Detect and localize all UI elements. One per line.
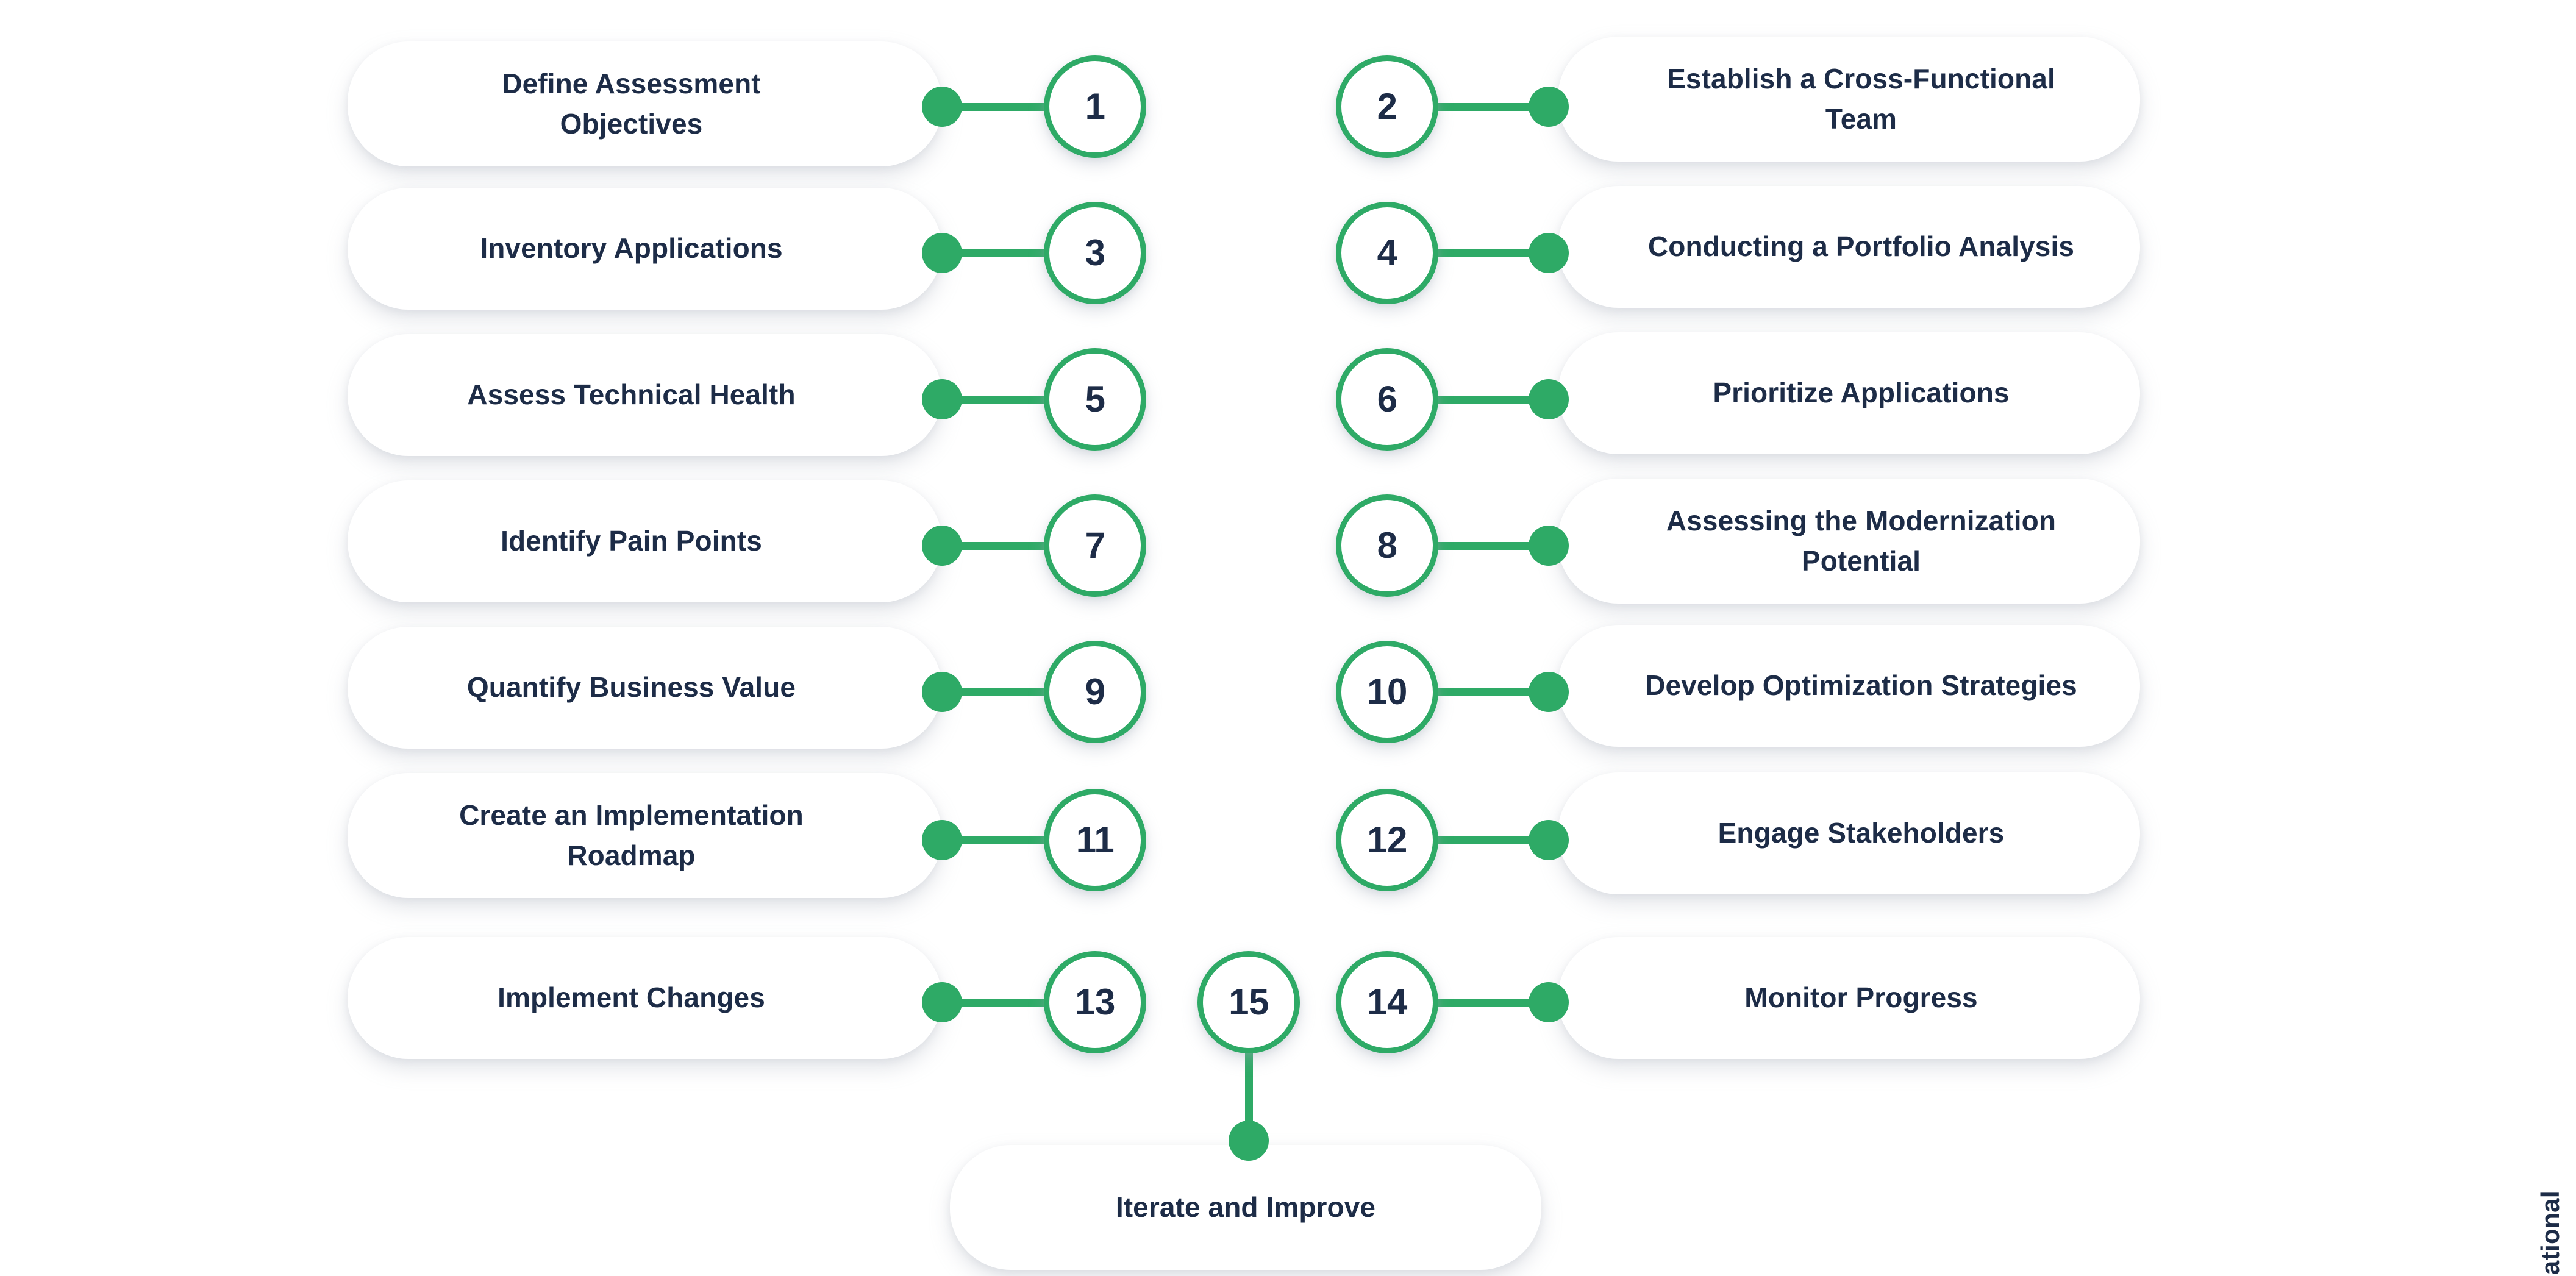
connector-dot-10 (1529, 672, 1569, 712)
step-card-label: Conducting a Portfolio Analysis (1647, 230, 2075, 263)
step-card-label: Develop Optimization Strategies (1645, 669, 2077, 702)
step-number-label: 2 (1377, 86, 1397, 127)
step-card-15[interactable]: Iterate and Improve (950, 1145, 1541, 1270)
step-number-label: 13 (1075, 982, 1115, 1022)
step-card-10[interactable]: Develop Optimization Strategies (1558, 625, 2140, 747)
step-number-12[interactable]: 12 (1336, 789, 1438, 891)
step-number-label: 4 (1377, 232, 1397, 273)
connector-dot-2 (1529, 87, 1569, 127)
step-number-label: 8 (1377, 525, 1397, 566)
step-card-label: Define Assessment Objectives (502, 68, 761, 140)
connector-dot-4 (1529, 233, 1569, 273)
step-number-label: 12 (1367, 819, 1407, 860)
step-card-label: Assessing the Modernization Potential (1666, 505, 2057, 577)
copyright-credit: © MEGA International (2536, 1191, 2565, 1276)
step-card-7[interactable]: Identify Pain Points (348, 480, 942, 602)
step-number-label: 14 (1367, 982, 1407, 1022)
step-number-4[interactable]: 4 (1336, 202, 1438, 304)
step-number-9[interactable]: 9 (1044, 641, 1146, 743)
step-card-label: Assess Technical Health (467, 379, 796, 411)
step-card-2[interactable]: Establish a Cross-Functional Team (1558, 37, 2140, 162)
connector-dot-7 (922, 526, 962, 566)
step-number-1[interactable]: 1 (1044, 55, 1146, 158)
connector-dot-8 (1529, 526, 1569, 566)
step-card-5[interactable]: Assess Technical Health (348, 334, 942, 456)
step-card-label: Inventory Applications (480, 232, 783, 265)
connector-dot-1 (922, 87, 962, 127)
step-number-label: 9 (1085, 671, 1105, 712)
step-number-label: 3 (1085, 232, 1105, 273)
step-number-label: 11 (1076, 819, 1115, 860)
step-card-4[interactable]: Conducting a Portfolio Analysis (1558, 186, 2140, 308)
step-card-14[interactable]: Monitor Progress (1558, 937, 2140, 1059)
step-number-2[interactable]: 2 (1336, 55, 1438, 158)
step-number-label: 5 (1085, 379, 1105, 419)
step-number-7[interactable]: 7 (1044, 494, 1146, 597)
step-number-10[interactable]: 10 (1336, 641, 1438, 743)
step-number-14[interactable]: 14 (1336, 951, 1438, 1053)
step-card-11[interactable]: Create an Implementation Roadmap (348, 773, 942, 898)
step-card-label: Identify Pain Points (501, 525, 762, 557)
step-card-label: Engage Stakeholders (1718, 817, 2005, 849)
step-card-1[interactable]: Define Assessment Objectives (348, 41, 942, 166)
step-card-label: Quantify Business Value (466, 671, 796, 704)
step-number-15[interactable]: 15 (1197, 951, 1300, 1053)
step-card-label: Iterate and Improve (1115, 1191, 1376, 1223)
step-card-label: Implement Changes (498, 982, 765, 1014)
diagram-canvas: Define Assessment Objectives 1 2 Establi… (0, 0, 2576, 1276)
step-number-label: 10 (1367, 671, 1407, 712)
step-number-11[interactable]: 11 (1044, 789, 1146, 891)
connector-dot-6 (1529, 379, 1569, 419)
step-card-label: Create an Implementation Roadmap (459, 799, 804, 871)
step-number-label: 15 (1229, 982, 1269, 1022)
connector-dot-12 (1529, 820, 1569, 860)
step-number-label: 1 (1085, 86, 1105, 127)
step-number-8[interactable]: 8 (1336, 494, 1438, 597)
connector-dot-11 (922, 820, 962, 860)
step-card-8[interactable]: Assessing the Modernization Potential (1558, 479, 2140, 604)
step-card-12[interactable]: Engage Stakeholders (1558, 772, 2140, 894)
step-number-6[interactable]: 6 (1336, 348, 1438, 451)
step-card-6[interactable]: Prioritize Applications (1558, 332, 2140, 454)
step-card-13[interactable]: Implement Changes (348, 937, 942, 1059)
step-number-label: 6 (1377, 379, 1397, 419)
connector-dot-13 (922, 982, 962, 1022)
connector-dot-14 (1529, 982, 1569, 1022)
connector-dot-3 (922, 233, 962, 273)
step-card-label: Prioritize Applications (1713, 377, 2010, 409)
step-number-label: 7 (1085, 525, 1105, 566)
step-card-label: Monitor Progress (1744, 982, 1978, 1014)
connector-dot-5 (922, 379, 962, 419)
step-number-5[interactable]: 5 (1044, 348, 1146, 451)
step-card-3[interactable]: Inventory Applications (348, 188, 942, 310)
connector-dot-9 (922, 672, 962, 712)
step-number-13[interactable]: 13 (1044, 951, 1146, 1053)
step-card-label: Establish a Cross-Functional Team (1667, 63, 2055, 135)
step-card-9[interactable]: Quantify Business Value (348, 627, 942, 749)
connector-dot-15 (1229, 1121, 1269, 1161)
step-number-3[interactable]: 3 (1044, 202, 1146, 304)
